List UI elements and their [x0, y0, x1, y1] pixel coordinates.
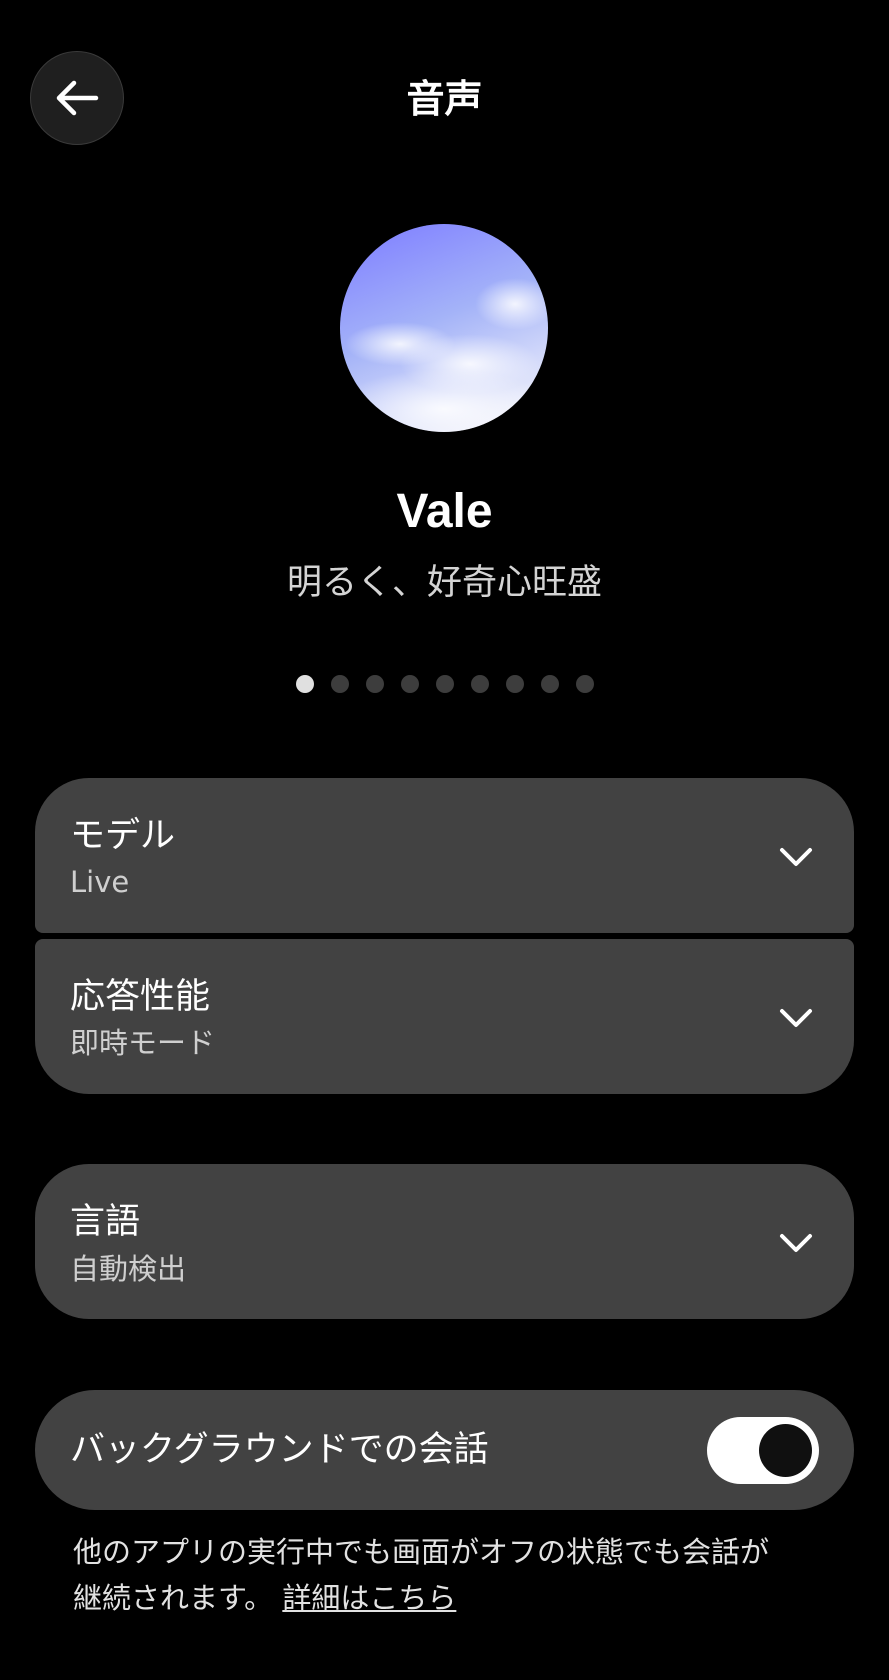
- voice-avatar: [340, 224, 548, 432]
- learn-more-link[interactable]: 詳細はこちら: [282, 1581, 456, 1615]
- carousel-dot[interactable]: [540, 675, 559, 693]
- model-setting[interactable]: モデル Live: [35, 778, 854, 933]
- chevron-down-icon: [780, 1009, 812, 1027]
- voice-carousel-indicator: [0, 675, 889, 693]
- footnote-line-1: 他のアプリの実行中でも画面がオフの状態でも会話が: [73, 1535, 770, 1569]
- carousel-dot[interactable]: [365, 675, 384, 693]
- toggle-knob: [759, 1424, 812, 1477]
- background-conversation-setting: バックグラウンドでの会話: [35, 1390, 854, 1510]
- background-conversation-footnote: 他のアプリの実行中でも画面がオフの状態でも会話が 継続されます。 詳細はこちら: [73, 1529, 833, 1621]
- carousel-dot[interactable]: [330, 675, 349, 693]
- language-label: 言語: [70, 1202, 141, 1242]
- background-conversation-label: バックグラウンドでの会話: [70, 1430, 489, 1470]
- response-label: 応答性能: [70, 977, 211, 1017]
- carousel-dot[interactable]: [470, 675, 489, 693]
- carousel-dot[interactable]: [295, 675, 314, 693]
- voice-name: Vale: [396, 485, 493, 538]
- footnote-line-2: 継続されます。: [73, 1581, 274, 1615]
- carousel-dot[interactable]: [435, 675, 454, 693]
- response-value: 即時モード: [70, 1026, 216, 1060]
- chevron-down-icon: [780, 1234, 812, 1252]
- background-conversation-toggle[interactable]: [707, 1417, 819, 1484]
- language-value: 自動検出: [70, 1252, 187, 1286]
- response-setting[interactable]: 応答性能 即時モード: [35, 939, 854, 1094]
- model-label: モデル: [70, 816, 176, 856]
- chevron-down-icon: [780, 848, 812, 866]
- carousel-dot[interactable]: [575, 675, 594, 693]
- voice-description: 明るく、好奇心旺盛: [286, 563, 602, 603]
- language-setting[interactable]: 言語 自動検出: [35, 1164, 854, 1319]
- carousel-dot[interactable]: [400, 675, 419, 693]
- page-title: 音声: [406, 77, 483, 121]
- model-value: Live: [70, 865, 130, 899]
- carousel-dot[interactable]: [505, 675, 524, 693]
